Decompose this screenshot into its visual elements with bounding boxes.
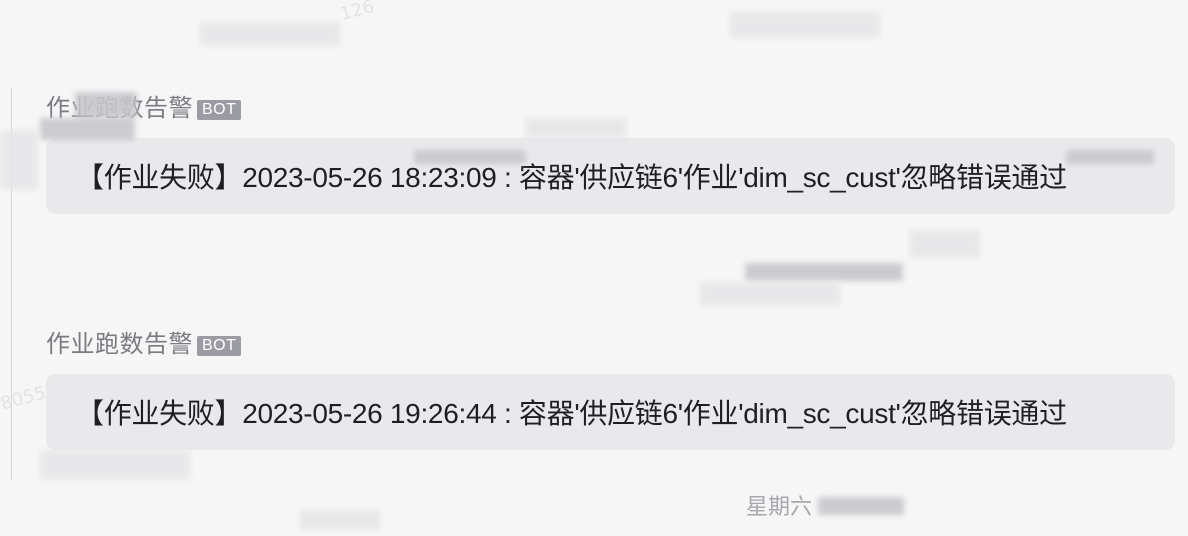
message-bubble[interactable]: 【作业失败】2023-05-26 18:23:09 : 容器'供应链6'作业'd… <box>46 138 1175 214</box>
message-text[interactable]: 【作业失败】2023-05-26 18:23:09 : 容器'供应链6'作业'd… <box>76 156 1067 196</box>
bot-badge: BOT <box>197 336 242 356</box>
message-bubble[interactable]: 【作业失败】2023-05-26 19:26:44 : 容器'供应链6'作业'd… <box>46 374 1175 450</box>
redaction-block <box>910 230 980 258</box>
bot-badge: BOT <box>197 100 242 120</box>
message-item[interactable]: 作业跑数告警 BOT 【作业失败】2023-05-26 19:26:44 : 容… <box>46 330 1176 450</box>
sender-name[interactable]: 作业跑数告警 <box>46 330 193 360</box>
redaction-block <box>0 130 38 190</box>
redaction-block <box>700 282 840 306</box>
redaction-block <box>200 22 340 46</box>
redaction-block <box>745 263 903 281</box>
redaction-block <box>414 150 526 164</box>
date-divider: 星期六 <box>746 493 812 521</box>
redaction-block <box>818 497 904 515</box>
redaction-block <box>40 450 190 480</box>
message-item[interactable]: 作业跑数告警 BOT 【作业失败】2023-05-26 18:23:09 : 容… <box>46 94 1176 214</box>
message-header: 作业跑数告警 BOT <box>46 330 1176 360</box>
chat-message-area: 805531 126 126 126 作业跑数告警 BOT 【作业失败】2023… <box>0 0 1188 536</box>
redaction-block <box>1066 150 1154 164</box>
redaction-block <box>526 118 626 138</box>
message-text[interactable]: 【作业失败】2023-05-26 19:26:44 : 容器'供应链6'作业'd… <box>76 392 1067 432</box>
redaction-block <box>75 92 137 118</box>
redaction-block <box>730 12 880 38</box>
date-divider-label: 星期六 <box>746 494 813 519</box>
redaction-block <box>40 118 135 140</box>
watermark-text: 126 <box>337 0 377 26</box>
redaction-block <box>300 510 380 530</box>
